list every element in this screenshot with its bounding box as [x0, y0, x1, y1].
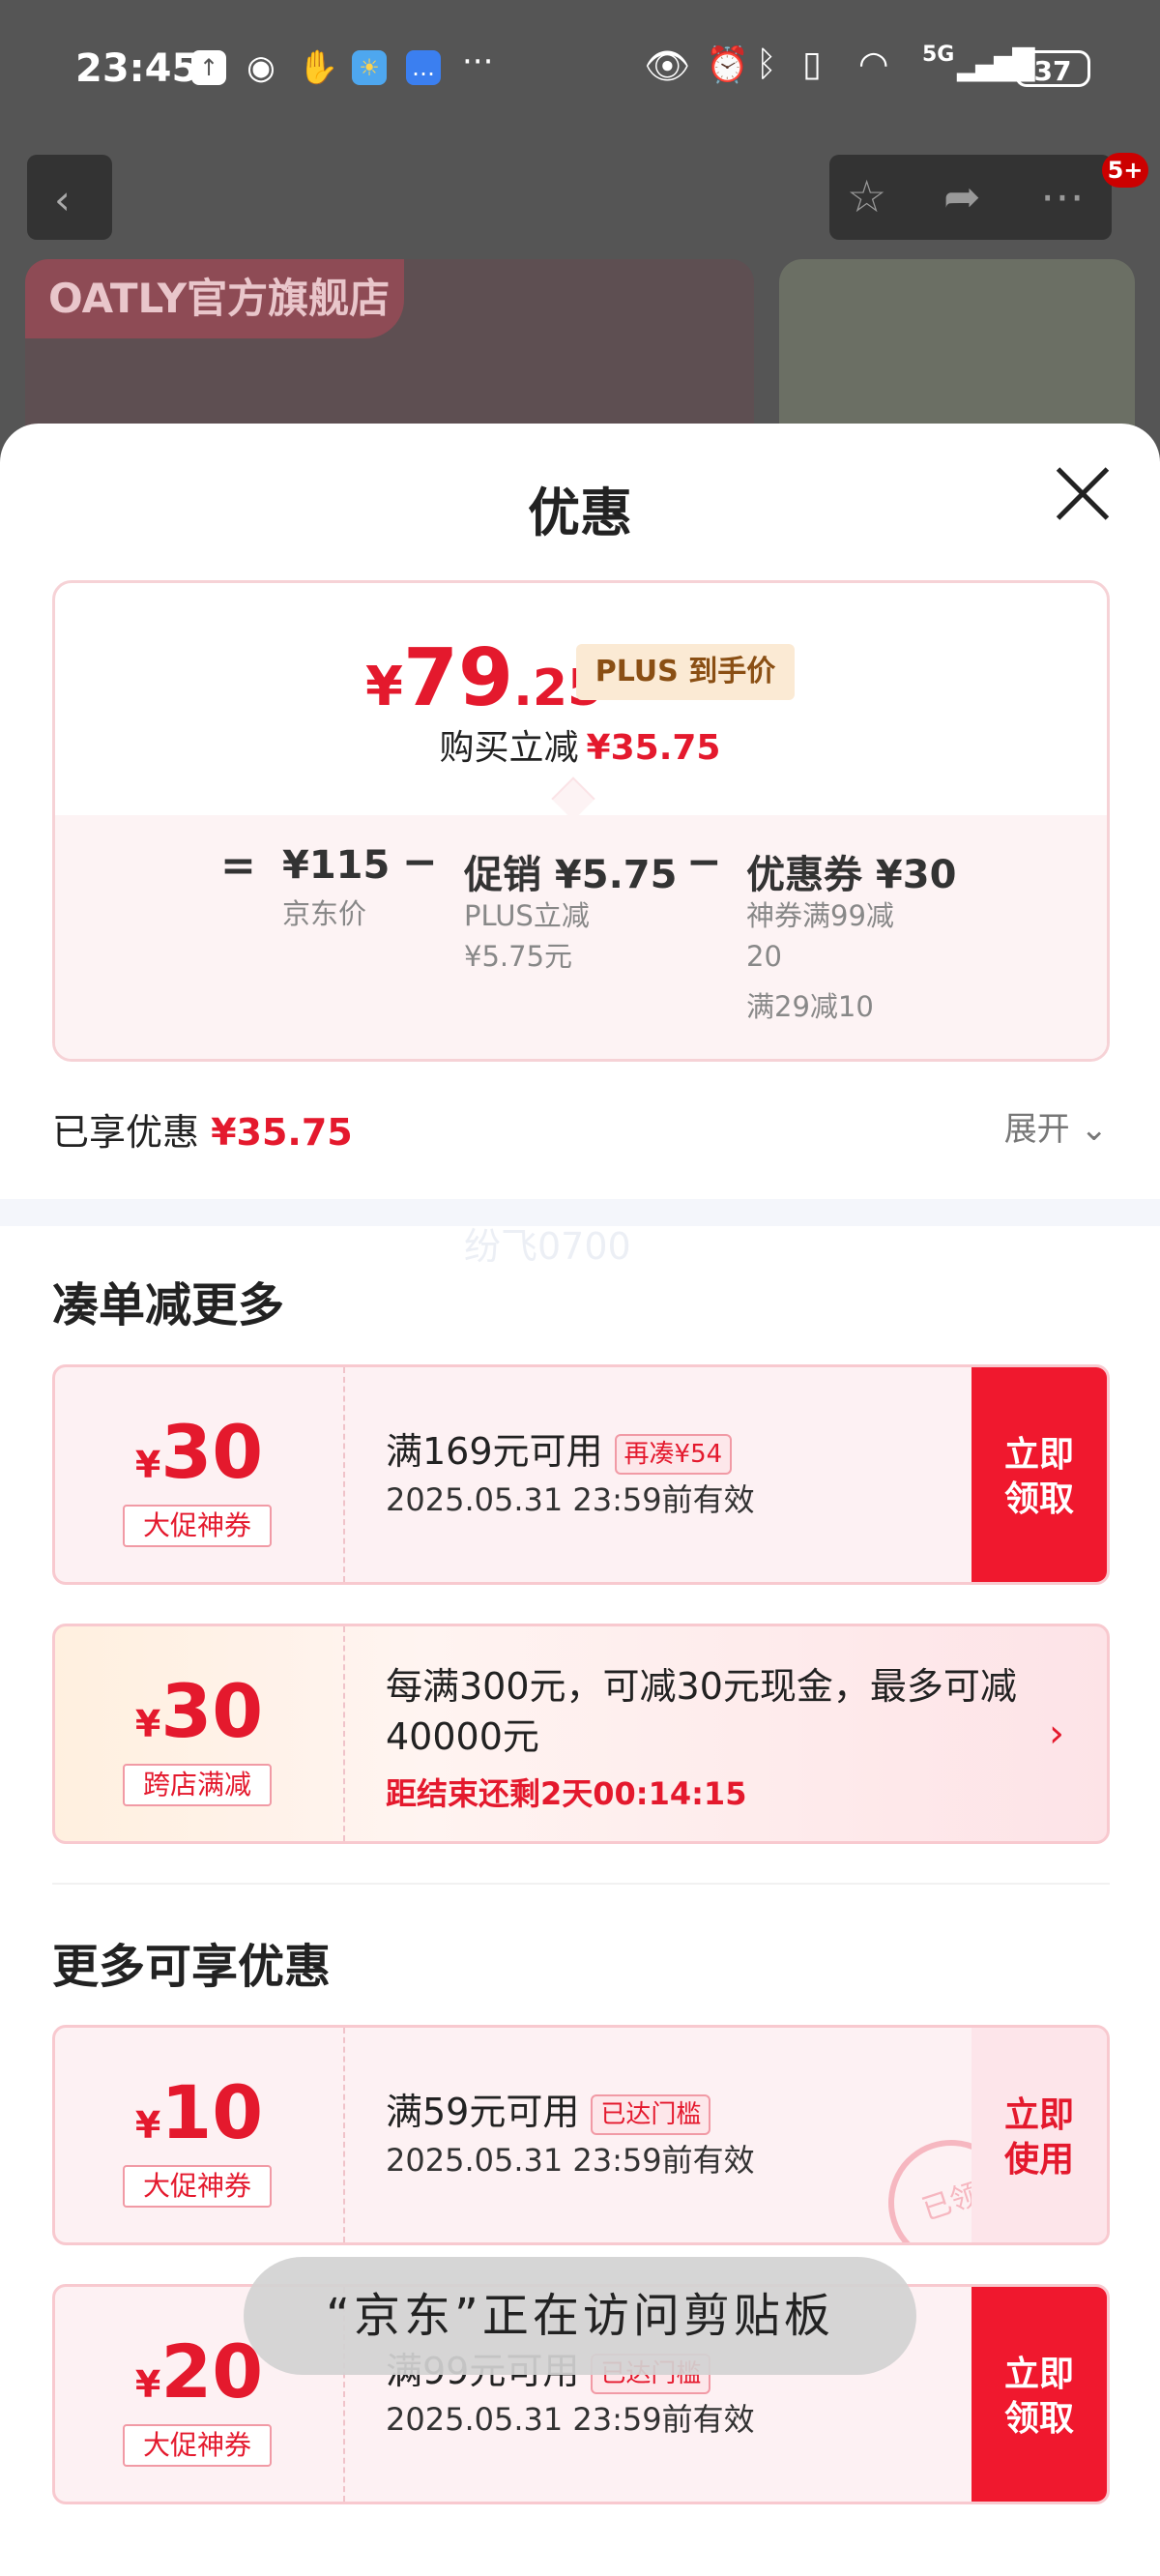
watermark: 纷飞0700 — [464, 1225, 631, 1268]
network-type: 5G — [922, 43, 955, 67]
alarm-icon: ⏰ — [706, 45, 749, 85]
eye-icon: 👁 — [644, 44, 691, 87]
coupon-expiry: 2025.05.31 23:59前有效 — [386, 2142, 755, 2179]
claim-button[interactable]: 立即 领取 — [972, 2287, 1107, 2502]
coupon-amount-area: ¥10 大促神券 — [55, 2028, 345, 2242]
weather-icon: ☀ — [352, 50, 387, 85]
coupon-condition: 满59元可用 已达门槛 — [386, 2082, 711, 2135]
plus-price-tag: PLUS 到手价 — [576, 644, 795, 700]
coupon-line2: 20 — [746, 940, 782, 973]
bluetooth-icon: ᛒ — [756, 44, 777, 84]
coupon-type: 跨店满减 — [123, 1764, 272, 1806]
status-time: 23:45 — [75, 46, 199, 91]
battery-icon: 37 — [1015, 50, 1090, 87]
promo-line2: ¥5.75元 — [464, 940, 573, 973]
vibrate-icon: ▯ — [802, 44, 822, 84]
section-title-more-savings: 凑单减更多 — [52, 1278, 285, 1332]
store-name: OATLY官方旗舰店 — [25, 259, 404, 338]
coupon-amount-area: ¥30 跨店满减 — [55, 1626, 345, 1841]
wechat-icon: ◉ — [246, 48, 276, 87]
coupon-countdown: 距结束还剩2天00:14:15 — [386, 1775, 747, 1812]
coupon-tag: 再凑¥54 — [614, 1433, 733, 1475]
coupon-amount-area: ¥30 大促神券 — [55, 1367, 345, 1582]
section-title-more-offers: 更多可享优惠 — [52, 1940, 332, 1994]
minus-sign: − — [402, 837, 438, 887]
status-bar: 23:45 ↑ ◉ ✋ ☀ … ··· 👁 ⏰ ᛒ ▯ ◠ 5G ▂▄▆█ 37 — [0, 0, 1160, 145]
star-icon[interactable]: ☆ — [847, 170, 886, 222]
more-icon: ··· — [462, 43, 494, 81]
promo-value: 促销 ¥5.75 — [464, 853, 678, 897]
instant-reduction: 购买立减 ¥35.75 — [439, 728, 721, 768]
coupon-amount: ¥30 — [134, 1409, 264, 1495]
coupon-type: 大促神券 — [123, 2165, 272, 2208]
message-icon: … — [406, 50, 441, 85]
jd-price-label: 京东价 — [282, 897, 367, 930]
coupon-line3: 满29减10 — [746, 990, 874, 1023]
share-icon[interactable]: ➦ — [943, 170, 981, 222]
upload-icon: ↑ — [191, 50, 226, 85]
coupon-card: ¥30 大促神券 满169元可用 再凑¥54 2025.05.31 23:59前有… — [52, 1364, 1110, 1585]
back-button[interactable]: ‹ — [27, 155, 112, 240]
minus-sign: − — [686, 837, 722, 887]
equals-sign: = — [220, 841, 256, 891]
coupon-condition: 满169元可用 再凑¥54 — [386, 1421, 733, 1475]
coupon-amount: ¥30 — [134, 1668, 264, 1754]
notification-badge: 5+ — [1102, 153, 1148, 188]
claim-button[interactable]: 立即 领取 — [972, 1367, 1107, 1582]
jd-price: ¥115 — [282, 843, 391, 888]
coupon-card: ¥10 大促神券 满59元可用 已达门槛 2025.05.31 23:59前有效 … — [52, 2025, 1110, 2245]
final-price: ¥79.25 — [365, 632, 603, 724]
coupon-amount: ¥10 — [134, 2069, 264, 2155]
coupon-type: 大促神券 — [123, 2424, 272, 2467]
top-actions: ☆ ➦ ⋯ — [829, 155, 1112, 240]
close-icon[interactable] — [1054, 464, 1112, 522]
use-button[interactable]: 立即 使用 — [972, 2028, 1107, 2242]
coupon-expiry: 2025.05.31 23:59前有效 — [386, 1481, 755, 1518]
coupon-type: 大促神券 — [123, 1505, 272, 1547]
sheet-title: 优惠 — [528, 483, 632, 543]
coupon-line1: 神券满99减 — [746, 899, 894, 932]
cross-store-coupon-card[interactable]: ¥30 跨店满减 每满300元，可减30元现金，最多可减40000元 距结束还剩… — [52, 1624, 1110, 1844]
coupon-value: 优惠券 ¥30 — [746, 853, 957, 897]
more-icon[interactable]: ⋯ — [1040, 170, 1085, 222]
hand-icon: ✋ — [298, 48, 339, 87]
clipboard-toast: “京东”正在访问剪贴板 — [244, 2257, 916, 2375]
wifi-icon: ◠ — [858, 44, 889, 84]
divider — [52, 1883, 1110, 1885]
expand-button[interactable]: 展开 ⌄ — [1004, 1102, 1108, 1150]
chevron-down-icon: ⌄ — [1080, 1110, 1109, 1149]
chevron-left-icon: ‹ — [54, 176, 71, 223]
coupon-expiry: 2025.05.31 23:59前有效 — [386, 2401, 755, 2438]
coupon-tag: 已达门槛 — [591, 2093, 711, 2135]
chevron-right-icon[interactable]: › — [1049, 1712, 1064, 1756]
promo-line1: PLUS立减 — [464, 899, 590, 932]
enjoyed-discount: 已享优惠 ¥35.75 — [52, 1111, 353, 1154]
coupon-description: 每满300元，可减30元现金，最多可减40000元 — [386, 1665, 1017, 1758]
